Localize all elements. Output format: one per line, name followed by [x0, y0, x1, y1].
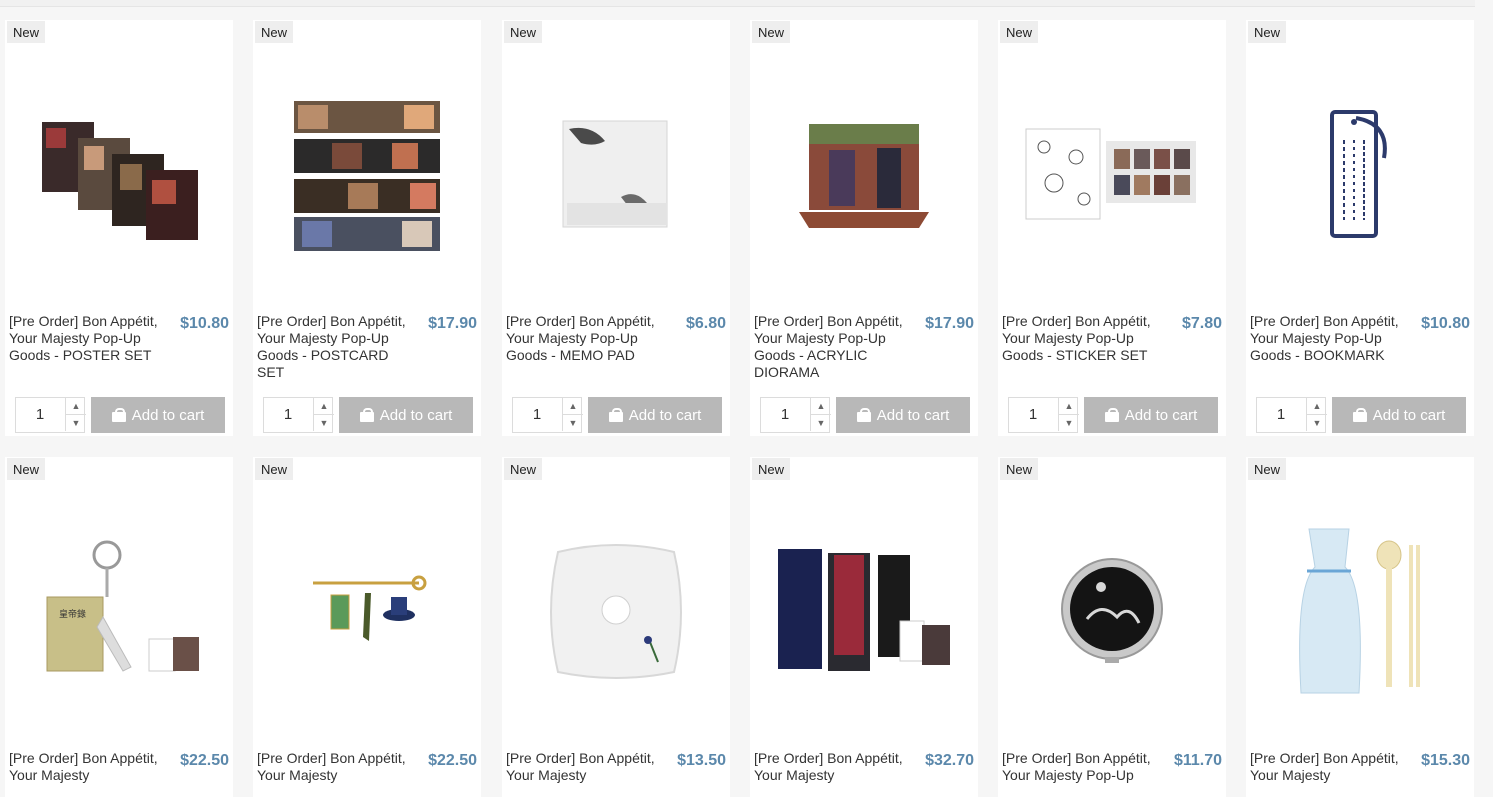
poster-set-image[interactable] [5, 40, 233, 310]
shopping-bag-icon [111, 408, 126, 422]
product-price: $10.80 [1421, 315, 1470, 332]
product-price: $22.50 [180, 752, 229, 769]
quantity-input[interactable]: 1 [1257, 398, 1305, 432]
chevron-up-icon[interactable]: ▲ [810, 398, 831, 415]
quantity-input[interactable]: 1 [264, 398, 312, 432]
add-to-cart-label: Add to cart [628, 406, 702, 424]
product-name[interactable]: [Pre Order] Bon Appétit, Your Majesty Po… [1250, 313, 1410, 364]
add-to-cart-label: Add to cart [131, 406, 205, 424]
product-card[interactable]: New [Pre Order] Bon Appétit, Your Majest… [253, 457, 481, 797]
product-name[interactable]: [Pre Order] Bon Appétit, Your Majesty Po… [257, 313, 417, 381]
product-price: $15.30 [1421, 752, 1470, 769]
chevron-down-icon[interactable]: ▼ [1306, 415, 1327, 431]
product-name[interactable]: [Pre Order] Bon Appétit, Your Majesty Po… [9, 313, 169, 364]
quantity-stepper[interactable]: 1 ▲ ▼ [512, 397, 583, 433]
postcard-set-image[interactable] [253, 40, 481, 310]
product-card[interactable]: New [Pre Order] Bon Appétit, Your Majest… [502, 457, 730, 797]
product-price: $22.50 [428, 752, 477, 769]
chevron-down-icon[interactable]: ▼ [562, 415, 583, 431]
quantity-input[interactable]: 1 [761, 398, 809, 432]
quantity-stepper[interactable]: 1 ▲ ▼ [15, 397, 86, 433]
add-to-cart-label: Add to cart [876, 406, 950, 424]
chevron-up-icon[interactable]: ▲ [1058, 398, 1079, 415]
quantity-stepper[interactable]: 1 ▲ ▼ [263, 397, 334, 433]
product-price: $7.80 [1181, 315, 1222, 332]
product-name[interactable]: [Pre Order] Bon Appétit, Your Majesty [9, 750, 169, 784]
add-to-cart-button[interactable]: Add to cart [339, 397, 473, 433]
shopping-bag-icon [1104, 408, 1119, 422]
product-price: $10.80 [180, 315, 229, 332]
add-to-cart-button[interactable]: Add to cart [1084, 397, 1218, 433]
add-to-cart-label: Add to cart [379, 406, 453, 424]
shopping-bag-icon [1352, 408, 1367, 422]
keyring-image[interactable]: 皇帝錄 [5, 477, 233, 747]
product-card[interactable]: New [Pre Order] Bon Appétit, Your Majest… [5, 20, 233, 436]
quantity-input[interactable]: 1 [513, 398, 561, 432]
product-card[interactable]: New [Pre Order] Bon Appétit, Your Majest… [253, 20, 481, 436]
product-price: $17.90 [428, 315, 477, 332]
chevron-down-icon[interactable]: ▼ [313, 415, 334, 431]
product-card[interactable]: New [Pre Order] Bon Appétit, Your Majest… [998, 20, 1226, 436]
product-price: $17.90 [925, 315, 974, 332]
product-card[interactable]: New [Pre Order] Bon Appétit, Your Majest… [1246, 457, 1474, 797]
chevron-down-icon[interactable]: ▼ [1058, 415, 1079, 431]
add-to-cart-button[interactable]: Add to cart [1332, 397, 1466, 433]
add-to-cart-button[interactable]: Add to cart [588, 397, 722, 433]
bookmark-image[interactable] [1246, 40, 1474, 310]
product-name[interactable]: [Pre Order] Bon Appétit, Your Majesty [1250, 750, 1410, 784]
product-price: $13.50 [677, 752, 726, 769]
chevron-up-icon[interactable]: ▲ [313, 398, 334, 415]
chevron-up-icon[interactable]: ▲ [65, 398, 86, 415]
product-name[interactable]: [Pre Order] Bon Appétit, Your Majesty Po… [1002, 750, 1162, 784]
product-name[interactable]: [Pre Order] Bon Appétit, Your Majesty [257, 750, 417, 784]
chevron-up-icon[interactable]: ▲ [562, 398, 583, 415]
shopping-bag-icon [856, 408, 871, 422]
brooch-image[interactable] [253, 477, 481, 747]
chevron-up-icon[interactable]: ▲ [1306, 398, 1327, 415]
quantity-input[interactable]: 1 [1009, 398, 1057, 432]
add-to-cart-label: Add to cart [1372, 406, 1446, 424]
quantity-stepper[interactable]: 1 ▲ ▼ [1256, 397, 1327, 433]
add-to-cart-button[interactable]: Add to cart [836, 397, 970, 433]
chevron-down-icon[interactable]: ▼ [810, 415, 831, 431]
product-name[interactable]: [Pre Order] Bon Appétit, Your Majesty [754, 750, 914, 784]
shopping-bag-icon [359, 408, 374, 422]
acrylic-diorama-image[interactable] [750, 40, 978, 310]
pen-case-image[interactable] [750, 477, 978, 747]
scrunchie-image[interactable] [502, 477, 730, 747]
product-card[interactable]: New [Pre Order] Bon Appétit, Your Majest… [1246, 20, 1474, 436]
product-price: $6.80 [685, 315, 726, 332]
hand-mirror-image[interactable] [998, 477, 1226, 747]
quantity-input[interactable]: 1 [16, 398, 64, 432]
product-price: $11.70 [1173, 752, 1222, 769]
cutlery-set-image[interactable] [1246, 477, 1474, 747]
add-to-cart-label: Add to cart [1124, 406, 1198, 424]
product-card[interactable]: New 皇帝錄 [Pre Order] Bon Appétit, Your Ma… [5, 457, 233, 797]
product-card[interactable]: New [Pre Order] Bon Appétit, Your Majest… [750, 457, 978, 797]
chevron-down-icon[interactable]: ▼ [65, 415, 86, 431]
quantity-stepper[interactable]: 1 ▲ ▼ [760, 397, 831, 433]
product-name[interactable]: [Pre Order] Bon Appétit, Your Majesty Po… [1002, 313, 1162, 364]
product-name[interactable]: [Pre Order] Bon Appétit, Your Majesty Po… [754, 313, 914, 381]
quantity-stepper[interactable]: 1 ▲ ▼ [1008, 397, 1079, 433]
product-card[interactable]: New [Pre Order] Bon Appétit, Your Majest… [750, 20, 978, 436]
product-price: $32.70 [925, 752, 974, 769]
memo-pad-image[interactable] [502, 40, 730, 310]
top-bar [0, 0, 1475, 7]
product-name[interactable]: [Pre Order] Bon Appétit, Your Majesty Po… [506, 313, 666, 364]
shopping-bag-icon [608, 408, 623, 422]
product-card[interactable]: New [Pre Order] Bon Appétit, Your Majest… [502, 20, 730, 436]
sticker-set-image[interactable] [998, 40, 1226, 310]
product-card[interactable]: New [Pre Order] Bon Appétit, Your Majest… [998, 457, 1226, 797]
svg-text:皇帝錄: 皇帝錄 [59, 608, 86, 619]
product-name[interactable]: [Pre Order] Bon Appétit, Your Majesty [506, 750, 666, 784]
add-to-cart-button[interactable]: Add to cart [91, 397, 225, 433]
